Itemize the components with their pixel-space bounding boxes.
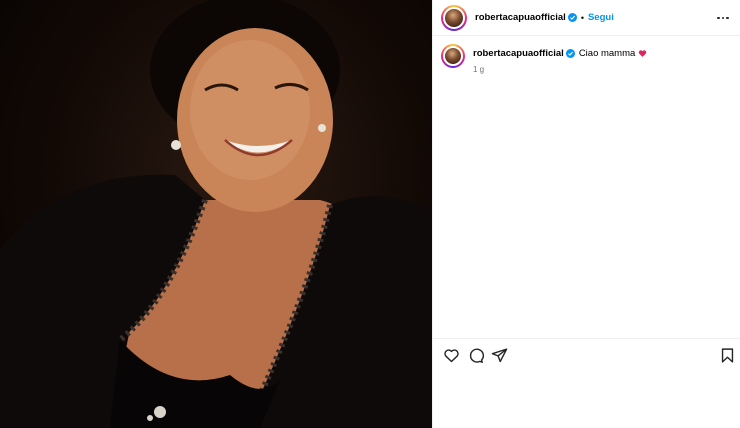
avatar-image	[443, 6, 465, 29]
instagram-post: robertacapuaofficial • Segui robertacapu…	[0, 0, 740, 428]
author-avatar[interactable]	[441, 4, 467, 31]
verified-badge-icon	[567, 13, 577, 22]
verified-badge-icon	[565, 49, 575, 58]
save-icon[interactable]	[719, 347, 736, 364]
caption-text: Ciao mamma	[578, 48, 636, 59]
avatar-image	[443, 46, 463, 66]
more-options-icon[interactable]	[717, 12, 731, 24]
caption-timestamp: 1 g	[473, 65, 485, 74]
separator-dot: •	[580, 12, 584, 23]
caption-comment: robertacapuaofficial Ciao mamma 1 g	[441, 44, 733, 74]
follow-button[interactable]: Segui	[588, 12, 614, 23]
caption-username[interactable]: robertacapuaofficial	[473, 48, 564, 59]
share-icon[interactable]	[491, 347, 508, 364]
caption-avatar[interactable]	[441, 44, 465, 68]
comment-icon[interactable]	[467, 347, 485, 364]
action-bar	[433, 338, 740, 370]
portrait-illustration	[0, 0, 432, 428]
caption-line: robertacapuaofficial Ciao mamma	[473, 48, 647, 59]
author-username[interactable]: robertacapuaofficial	[475, 12, 566, 23]
post-photo[interactable]	[0, 0, 432, 428]
red-heart-emoji-icon	[639, 50, 647, 57]
post-side-panel: robertacapuaofficial • Segui robertacapu…	[432, 0, 740, 428]
post-header: robertacapuaofficial • Segui	[433, 0, 740, 36]
like-icon[interactable]	[443, 347, 460, 364]
caption-body: robertacapuaofficial Ciao mamma 1 g	[473, 44, 647, 74]
